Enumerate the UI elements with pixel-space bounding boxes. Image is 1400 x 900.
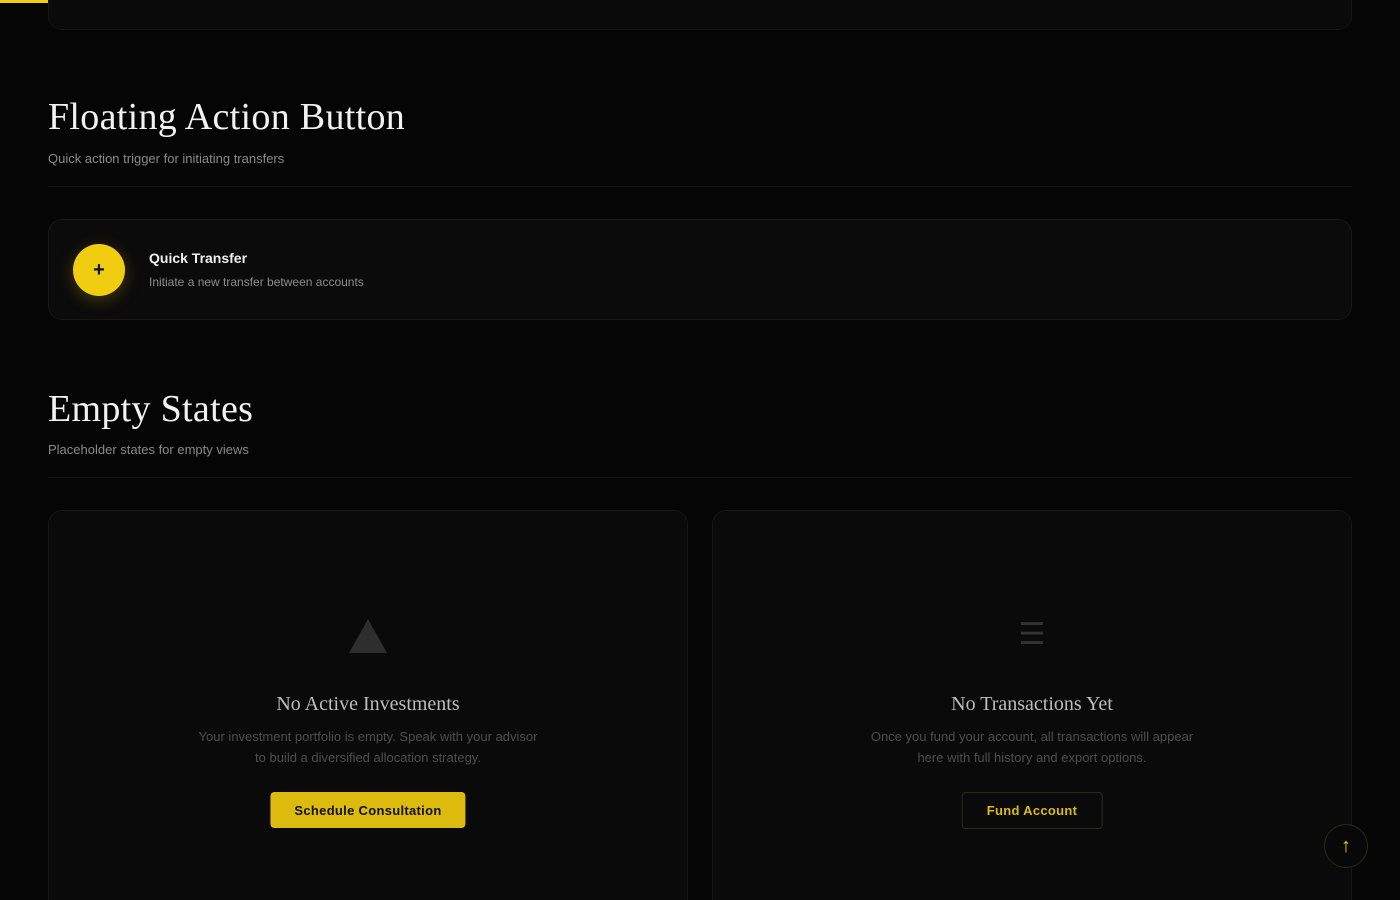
quick-transfer-card: + Quick Transfer Initiate a new transfer…: [48, 219, 1352, 320]
schedule-consultation-button[interactable]: Schedule Consultation: [270, 792, 466, 828]
list-icon: ☰: [1018, 617, 1046, 652]
empty-transactions-card: ☰ No Transactions Yet Once you fund your…: [712, 510, 1352, 900]
empty-states-subtitle: Placeholder states for empty views: [48, 442, 249, 457]
empty-investments-description: Your investment portfolio is empty. Spea…: [198, 729, 538, 765]
page: Floating Action Button Quick action trig…: [0, 0, 1400, 900]
empty-transactions-title: No Transactions Yet: [951, 693, 1113, 715]
plus-icon: +: [93, 258, 105, 281]
section-divider: [48, 186, 1352, 187]
empty-investments-card: No Active Investments Your investment po…: [48, 510, 688, 900]
fab-section-title: Floating Action Button: [48, 96, 406, 138]
empty-investments-title: No Active Investments: [276, 693, 460, 715]
empty-transactions-description: Once you fund your account, all transact…: [870, 729, 1194, 765]
scroll-to-top-button[interactable]: ↑: [1324, 824, 1368, 868]
quick-transfer-title: Quick Transfer: [149, 250, 248, 266]
fund-account-button[interactable]: Fund Account: [961, 792, 1103, 829]
quick-transfer-fab[interactable]: +: [73, 244, 125, 296]
fab-section-subtitle: Quick action trigger for initiating tran…: [48, 151, 285, 166]
section-divider: [48, 477, 1352, 478]
previous-section-card: [48, 0, 1352, 30]
empty-states-title: Empty States: [48, 388, 254, 430]
triangle-icon: [349, 619, 387, 653]
arrow-up-icon: ↑: [1341, 834, 1351, 857]
quick-transfer-description: Initiate a new transfer between accounts: [149, 275, 364, 289]
